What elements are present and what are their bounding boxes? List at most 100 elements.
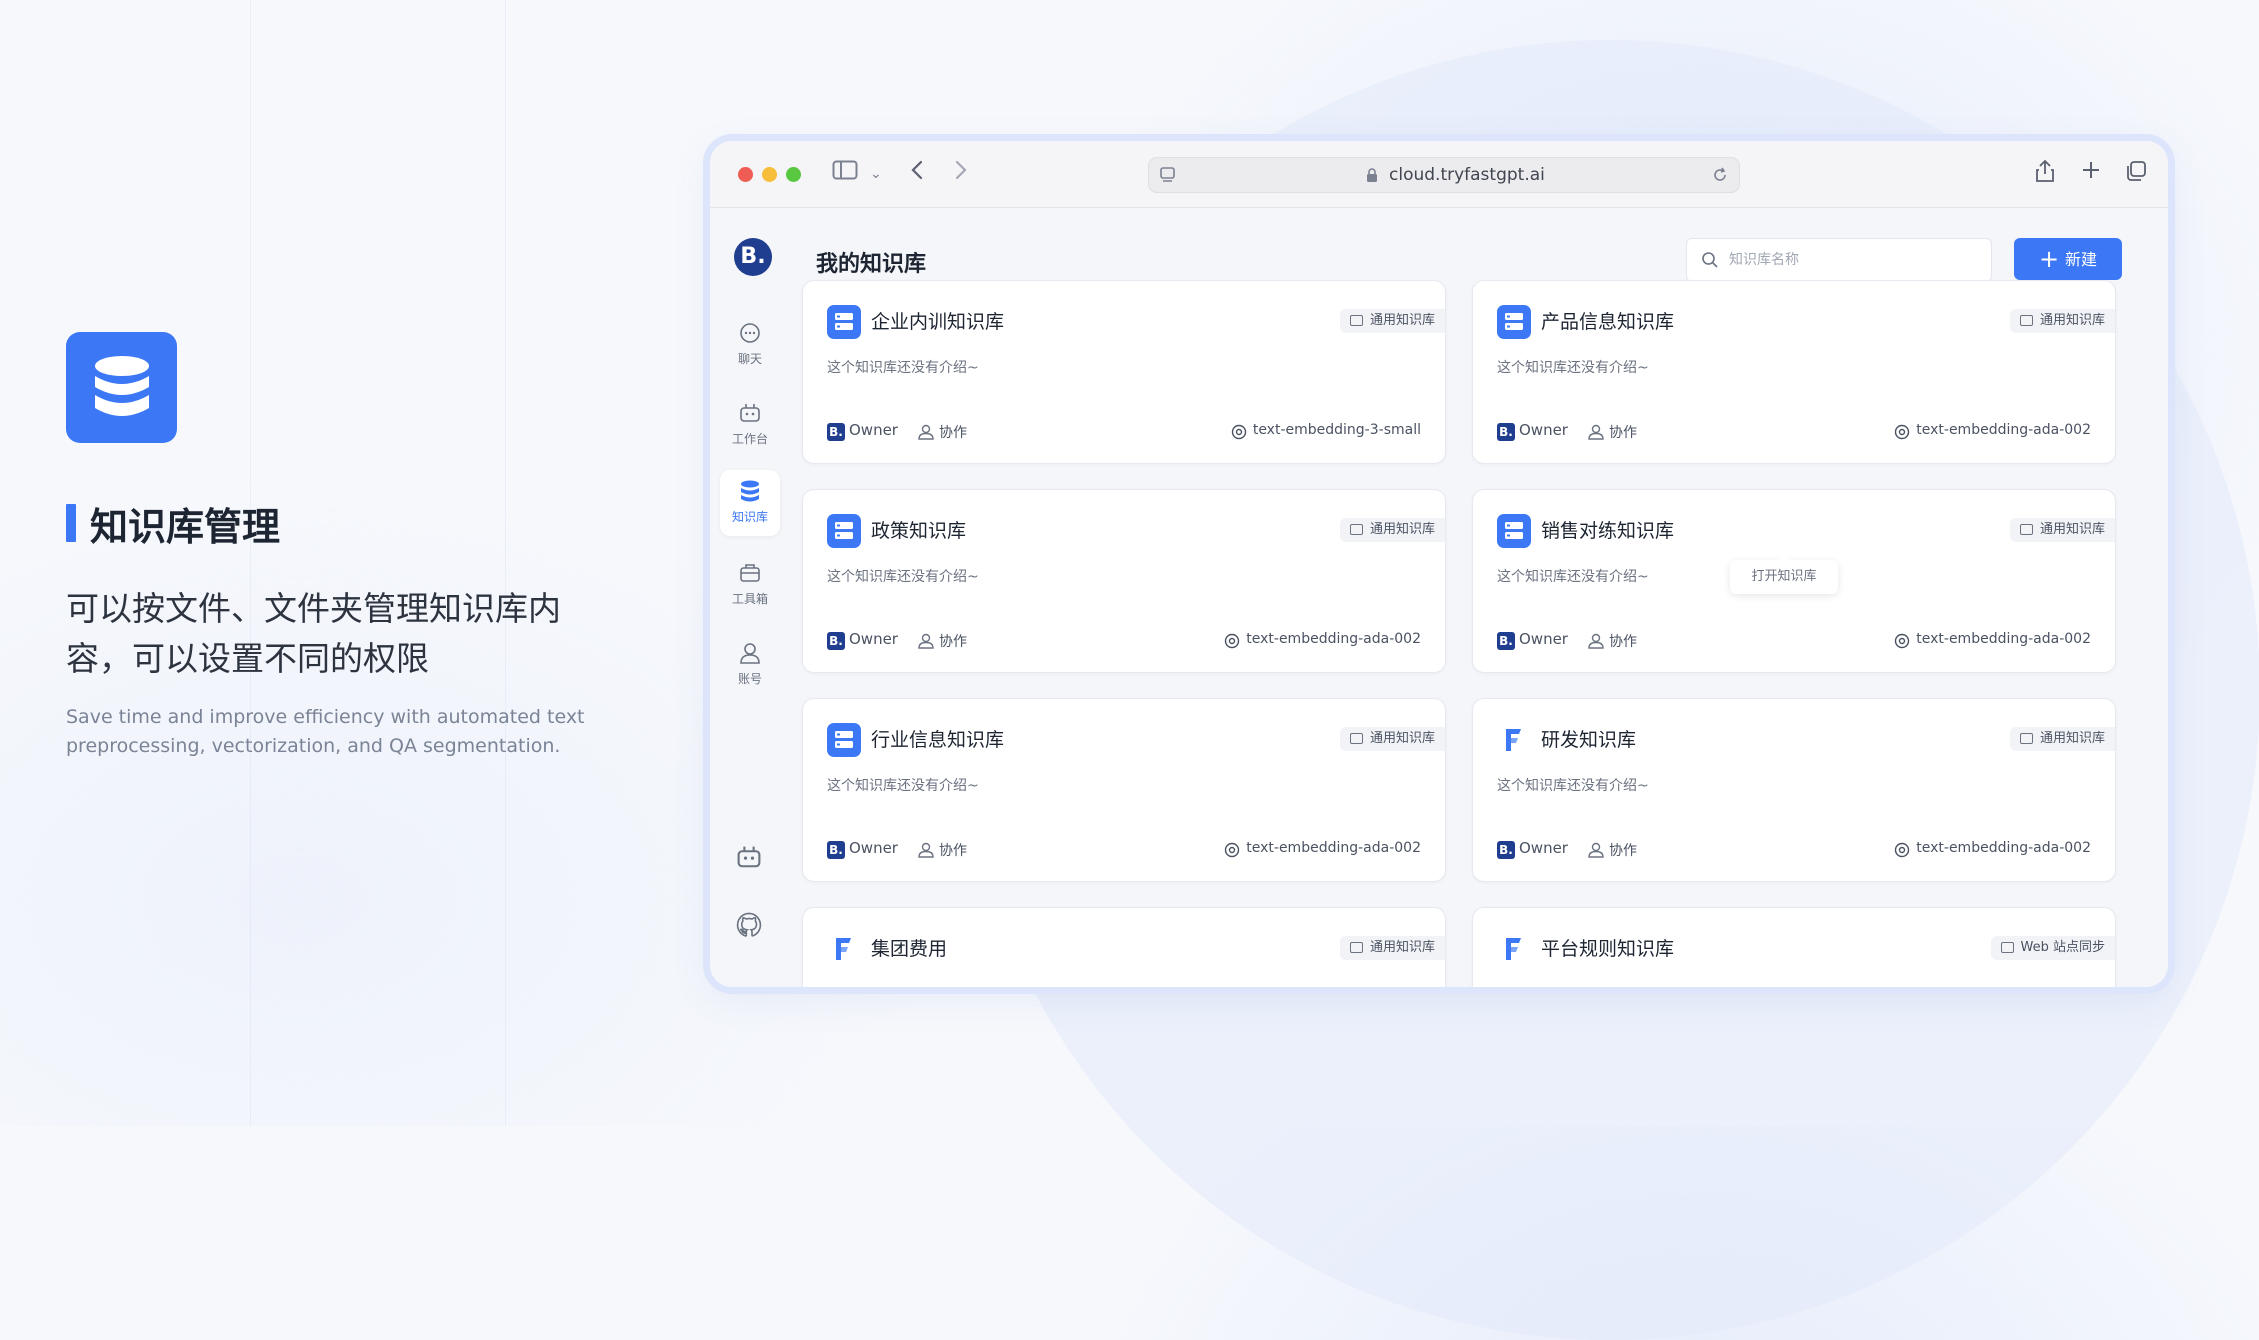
app-logo[interactable]: B. bbox=[734, 238, 772, 276]
user-icon bbox=[740, 643, 760, 664]
card-type-label: 通用知识库 bbox=[1369, 522, 1435, 537]
nav-item-toolbox[interactable]: 工具箱 bbox=[720, 552, 780, 618]
card-type-tag: Web 站点同步 bbox=[1990, 936, 2115, 960]
card-collaborate[interactable]: 协作 bbox=[1609, 422, 1637, 442]
owner-avatar: B. bbox=[1497, 632, 1515, 650]
card-description: 这个知识库还没有介绍~ bbox=[1497, 569, 1649, 585]
forward-icon[interactable] bbox=[954, 159, 968, 190]
knowledge-base-card[interactable]: 研发知识库 通用知识库 这个知识库还没有介绍~ B. Owner 协作 text… bbox=[1472, 698, 2116, 882]
card-collaborate[interactable]: 协作 bbox=[1609, 840, 1637, 860]
folder-icon bbox=[2019, 315, 2033, 326]
collaborate-icon[interactable] bbox=[1587, 423, 1605, 441]
card-collaborate[interactable]: 协作 bbox=[939, 631, 967, 651]
tabs-overview-icon[interactable] bbox=[2124, 159, 2148, 192]
minimize-window-button[interactable] bbox=[762, 167, 777, 182]
card-model: text-embedding-3-small bbox=[1252, 422, 1421, 438]
background-line bbox=[250, 0, 251, 1126]
card-type-label: 通用知识库 bbox=[1369, 313, 1435, 328]
collaborate-icon[interactable] bbox=[917, 632, 935, 650]
card-owner: Owner bbox=[849, 630, 898, 648]
share-icon[interactable] bbox=[2034, 159, 2056, 192]
reader-icon[interactable] bbox=[1159, 166, 1177, 184]
knowledge-base-card[interactable]: 平台规则知识库 Web 站点同步 B. bbox=[1472, 907, 2116, 987]
hero-description: 可以按文件、文件夹管理知识库内容，可以设置不同的权限 bbox=[66, 589, 561, 678]
side-nav: B. 聊天 工作台 知识库 工具箱 账号 bbox=[710, 208, 788, 987]
folder-icon bbox=[1349, 315, 1363, 326]
card-type-tag: 通用知识库 bbox=[1339, 309, 1445, 333]
knowledge-base-card[interactable]: 政策知识库 通用知识库 这个知识库还没有介绍~ B. Owner 协作 text… bbox=[802, 489, 1446, 673]
card-type-label: 通用知识库 bbox=[1369, 940, 1435, 955]
card-type-label: 通用知识库 bbox=[2039, 522, 2105, 537]
collaborate-icon[interactable] bbox=[1587, 632, 1605, 650]
url-text: cloud.tryfastgpt.ai bbox=[1389, 165, 1545, 185]
openai-icon bbox=[1895, 424, 1910, 440]
page-title: 我的知识库 bbox=[816, 252, 927, 277]
card-title: 集团费用 bbox=[871, 938, 948, 960]
collaborate-icon[interactable] bbox=[1587, 841, 1605, 859]
owner-avatar: B. bbox=[827, 632, 845, 650]
knowledge-base-card[interactable]: 企业内训知识库 通用知识库 这个知识库还没有介绍~ B. Owner 协作 te… bbox=[802, 280, 1446, 464]
back-icon[interactable] bbox=[910, 159, 924, 190]
hero-subtitle: Save time and improve efficiency with au… bbox=[66, 706, 585, 757]
card-model: text-embedding-ada-002 bbox=[1916, 422, 2091, 438]
card-description: 这个知识库还没有介绍~ bbox=[827, 778, 979, 794]
chat-icon bbox=[740, 323, 760, 343]
knowledge-base-card[interactable]: 产品信息知识库 通用知识库 这个知识库还没有介绍~ B. Owner 协作 te… bbox=[1472, 280, 2116, 464]
card-description: 这个知识库还没有介绍~ bbox=[827, 360, 979, 376]
robot-icon bbox=[740, 404, 760, 422]
new-knowledge-base-button[interactable]: + 新建 bbox=[2014, 238, 2122, 280]
plus-icon: + bbox=[2038, 245, 2060, 273]
card-type-label: 通用知识库 bbox=[1369, 731, 1435, 746]
dataset-icon bbox=[1497, 514, 1531, 548]
address-bar[interactable]: cloud.tryfastgpt.ai bbox=[1148, 157, 1740, 193]
nav-item-chat[interactable]: 聊天 bbox=[720, 312, 780, 378]
sidebar-toggle-icon[interactable] bbox=[832, 159, 858, 190]
new-tab-icon[interactable] bbox=[2080, 159, 2102, 190]
dataset-icon bbox=[827, 514, 861, 548]
chevron-down-icon[interactable]: ⌄ bbox=[870, 159, 882, 189]
owner-avatar: B. bbox=[1497, 841, 1515, 859]
nav-item-knowledge-base[interactable]: 知识库 bbox=[720, 470, 780, 536]
collaborate-icon[interactable] bbox=[917, 423, 935, 441]
card-type-tag: 通用知识库 bbox=[2009, 727, 2115, 751]
close-window-button[interactable] bbox=[738, 167, 753, 182]
dataset-icon bbox=[1497, 723, 1531, 757]
nav-label: 工作台 bbox=[731, 432, 768, 446]
card-title: 行业信息知识库 bbox=[871, 729, 1005, 751]
nav-label: 账号 bbox=[737, 672, 762, 686]
openai-icon bbox=[1895, 842, 1910, 858]
openai-icon bbox=[1231, 424, 1247, 440]
card-type-tag: 通用知识库 bbox=[1339, 727, 1445, 751]
reload-icon[interactable] bbox=[1711, 166, 1729, 184]
app-content: B. 聊天 工作台 知识库 工具箱 账号 我的知识库 知识库名称 + 新建 企业… bbox=[710, 208, 2168, 987]
github-icon[interactable] bbox=[734, 910, 764, 940]
background-line bbox=[505, 0, 506, 1126]
robot-icon[interactable] bbox=[734, 842, 764, 872]
openai-icon bbox=[1225, 842, 1240, 858]
card-owner: Owner bbox=[1519, 839, 1568, 857]
card-title: 产品信息知识库 bbox=[1541, 311, 1675, 333]
knowledge-base-card[interactable]: 行业信息知识库 通用知识库 这个知识库还没有介绍~ B. Owner 协作 te… bbox=[802, 698, 1446, 882]
dataset-icon bbox=[827, 932, 861, 966]
card-description: 这个知识库还没有介绍~ bbox=[1497, 360, 1649, 376]
maximize-window-button[interactable] bbox=[786, 167, 801, 182]
card-collaborate[interactable]: 协作 bbox=[1609, 631, 1637, 651]
card-collaborate[interactable]: 协作 bbox=[939, 422, 967, 442]
card-model: text-embedding-ada-002 bbox=[1916, 840, 2091, 856]
knowledge-base-card[interactable]: 集团费用 通用知识库 B. bbox=[802, 907, 1446, 987]
search-input[interactable]: 知识库名称 bbox=[1686, 238, 1992, 282]
dataset-icon bbox=[1497, 305, 1531, 339]
card-owner: Owner bbox=[1519, 421, 1568, 439]
nav-label: 知识库 bbox=[731, 510, 768, 524]
nav-item-workbench[interactable]: 工作台 bbox=[720, 392, 780, 458]
folder-icon bbox=[1349, 942, 1363, 953]
dataset-icon bbox=[827, 723, 861, 757]
owner-avatar: B. bbox=[1497, 423, 1515, 441]
nav-item-account[interactable]: 账号 bbox=[720, 632, 780, 698]
collaborate-icon[interactable] bbox=[917, 841, 935, 859]
card-collaborate[interactable]: 协作 bbox=[939, 840, 967, 860]
folder-icon bbox=[2019, 524, 2033, 535]
nav-label: 工具箱 bbox=[731, 592, 768, 606]
card-owner: Owner bbox=[1519, 630, 1568, 648]
folder-icon bbox=[1349, 733, 1363, 744]
